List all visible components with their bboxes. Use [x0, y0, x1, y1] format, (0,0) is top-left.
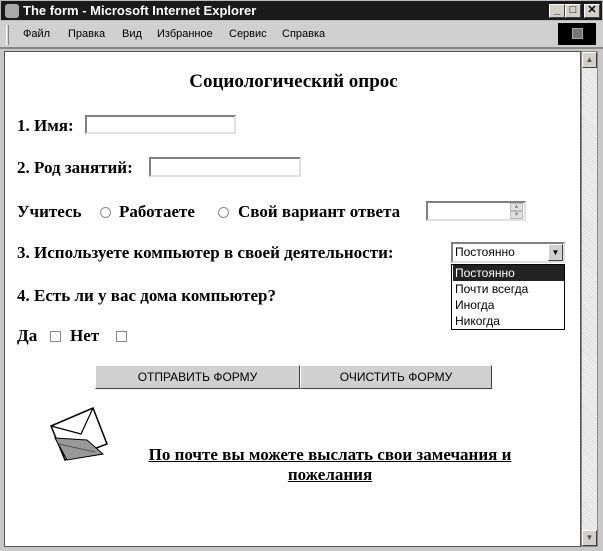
option-always[interactable]: Постоянно: [453, 265, 564, 281]
scroll-up-icon[interactable]: ▲: [582, 52, 597, 68]
envelope-icon: [50, 407, 108, 461]
title-bar: The form - Microsoft Internet Explorer _…: [0, 0, 603, 21]
menu-file[interactable]: Файл: [23, 28, 50, 40]
close-button[interactable]: ✕: [584, 4, 600, 18]
occupation-input[interactable]: [149, 157, 301, 177]
submit-button[interactable]: ОТПРАВИТЬ ФОРМУ: [95, 365, 300, 389]
option-sometimes[interactable]: Иногда: [453, 297, 564, 313]
window-title: The form - Microsoft Internet Explorer: [23, 3, 257, 18]
chevron-down-icon[interactable]: ▼: [548, 244, 563, 261]
mail-link-line1[interactable]: По почте вы можете выслать свои замечани…: [115, 445, 545, 465]
other-label: Свой вариант ответа: [238, 202, 401, 221]
name-label: 1. Имя:: [17, 116, 74, 135]
other-input[interactable]: ▲ ▼: [426, 201, 526, 221]
minimize-button[interactable]: _: [549, 4, 565, 18]
maximize-button[interactable]: □: [565, 4, 581, 18]
computer-use-label: 3. Используете компьютер в своей деятель…: [17, 243, 394, 262]
yes-label: Да: [17, 326, 38, 345]
menu-tools[interactable]: Сервис: [229, 28, 267, 40]
vertical-scrollbar[interactable]: ▲ ▼: [581, 51, 598, 547]
yes-checkbox[interactable]: [50, 331, 61, 342]
spin-up-icon[interactable]: ▲: [510, 203, 523, 211]
windows-logo-icon: [558, 23, 596, 45]
scroll-down-icon[interactable]: ▼: [582, 530, 597, 546]
toolbar-grip[interactable]: [6, 25, 9, 45]
page-content: Социологический опрос 1. Имя: 2. Род зан…: [4, 51, 581, 547]
study-radio[interactable]: [100, 207, 111, 218]
mail-link-line2[interactable]: пожелания: [115, 465, 545, 485]
menu-favorites[interactable]: Избранное: [157, 28, 213, 40]
name-input[interactable]: [85, 115, 236, 134]
occupation-label: 2. Род занятий:: [17, 158, 133, 177]
menu-bar: Файл Правка Вид Избранное Сервис Справка: [0, 21, 603, 49]
spin-down-icon[interactable]: ▼: [510, 211, 523, 219]
option-never[interactable]: Никогда: [453, 313, 564, 329]
home-computer-label: 4. Есть ли у вас дома компьютер?: [17, 286, 277, 305]
page-title: Социологический опрос: [189, 71, 398, 92]
no-checkbox[interactable]: [116, 331, 127, 342]
usage-select-value: Постоянно: [455, 245, 515, 259]
work-label: Работаете: [119, 202, 195, 221]
menu-help[interactable]: Справка: [282, 28, 325, 40]
option-almost-always[interactable]: Почти всегда: [453, 281, 564, 297]
usage-select[interactable]: Постоянно ▼: [451, 242, 565, 263]
menu-view[interactable]: Вид: [122, 28, 142, 40]
usage-dropdown-list: Постоянно Почти всегда Иногда Никогда: [451, 264, 565, 330]
no-label: Нет: [70, 326, 100, 345]
reset-button[interactable]: ОЧИСТИТЬ ФОРМУ: [300, 365, 492, 389]
ie-icon: [5, 4, 19, 18]
menu-edit[interactable]: Правка: [68, 28, 105, 40]
mail-link[interactable]: По почте вы можете выслать свои замечани…: [115, 445, 545, 485]
study-label: Учитесь: [17, 202, 82, 221]
work-radio[interactable]: [218, 207, 229, 218]
